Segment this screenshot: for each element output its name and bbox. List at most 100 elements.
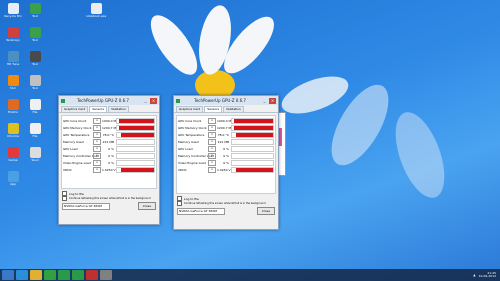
sensor-value: 1200.7 MHz: [217, 125, 235, 130]
shortcut-icon: [29, 99, 41, 110]
file-icon: [90, 3, 102, 14]
sensor-label: GPU Core Clock: [63, 118, 87, 123]
gpu-select[interactable]: NVIDIA GeForce GT 650M: [62, 202, 110, 210]
sensor-dropdown[interactable]: ▾: [208, 138, 216, 145]
close-window-button[interactable]: ×: [150, 97, 157, 104]
sensor-label: GPU Core Clock: [178, 118, 202, 123]
sensor-row: Memory Controller Load ▾ 0 %: [63, 152, 155, 159]
sensor-graph: [231, 166, 274, 173]
continue-checkbox[interactable]: [177, 201, 182, 206]
sensor-dropdown[interactable]: ▾: [93, 124, 101, 131]
chrome-icon[interactable]: [44, 270, 56, 280]
sensor-value: 0 %: [108, 160, 114, 165]
shortcut-label: App: [10, 183, 16, 186]
sensor-dropdown[interactable]: ▾: [93, 138, 101, 145]
desktop-shortcut[interactable]: File: [24, 123, 46, 145]
shortcut-icon: [7, 51, 19, 62]
sensor-dropdown[interactable]: ▾: [93, 166, 101, 173]
shortcut-icon: [29, 51, 41, 62]
shortcut-label: Tool: [32, 63, 38, 66]
minimize-button[interactable]: _: [261, 98, 268, 104]
desktop-shortcut[interactable]: VLC: [2, 75, 24, 97]
sensor-graph: [116, 117, 155, 124]
sensor-row: VDDC ▾ 1.0250 V: [178, 166, 274, 173]
desktop-shortcut[interactable]: Tool: [24, 75, 46, 97]
desktop-shortcut[interactable]: TeraCopy: [2, 27, 24, 49]
window-title: TechPowerUp GPU-Z 0.6.7: [194, 98, 246, 103]
sensor-graph-fill: [118, 118, 154, 123]
continue-checkbox[interactable]: [62, 196, 67, 201]
start-icon[interactable]: [2, 270, 14, 280]
sensor-dropdown[interactable]: ▾: [208, 131, 216, 138]
sensor-dropdown[interactable]: ▾: [208, 152, 216, 159]
gpuz-icon[interactable]: [72, 270, 84, 280]
desktop-shortcut[interactable]: Firefox: [2, 99, 24, 121]
shortcut-icon: [7, 147, 19, 158]
clock[interactable]: 21:45 10-09-2012: [479, 271, 496, 279]
tab-validation[interactable]: Validation: [108, 106, 129, 112]
shortcut-label: Tool: [32, 39, 38, 42]
desktop-shortcut[interactable]: Chrome: [2, 123, 24, 145]
sensor-label: VDDC: [63, 167, 72, 172]
ie-icon[interactable]: [16, 270, 28, 280]
desktop-shortcut[interactable]: Recycle Bin: [2, 3, 24, 25]
minimize-button[interactable]: _: [142, 98, 149, 104]
sensor-graph: [231, 138, 274, 145]
sensor-dropdown[interactable]: ▾: [208, 145, 216, 152]
sensor-label: Memory Used: [63, 139, 84, 144]
sensor-value: 1.0250 V: [217, 167, 231, 172]
tab-graphics-card[interactable]: Graphics Card: [61, 106, 89, 112]
sensor-value: 78.0 °C: [217, 132, 229, 137]
sensor-dropdown[interactable]: ▾: [208, 117, 216, 124]
desktop-shortcut[interactable]: Tool: [24, 51, 46, 73]
sensor-label: Video Engine Load: [63, 160, 91, 165]
sensor-graph-fill: [236, 167, 273, 172]
sensor-dropdown[interactable]: ▾: [93, 145, 101, 152]
shortcut-label: Skull: [31, 159, 39, 162]
sensor-graph: [116, 145, 155, 152]
shortcut-label: Tool: [32, 15, 38, 18]
tab-graphics-card[interactable]: Graphics Card: [176, 106, 204, 112]
sensor-label: GPU Load: [63, 146, 78, 151]
tab-bar: Graphics Card Sensors Validation: [59, 105, 159, 113]
tab-sensors[interactable]: Sensors: [89, 106, 108, 112]
close-button[interactable]: Close: [138, 202, 156, 210]
sensor-dropdown[interactable]: ▾: [208, 124, 216, 131]
sensor-dropdown[interactable]: ▾: [93, 152, 101, 159]
sensor-graph: [116, 152, 155, 159]
sensor-dropdown[interactable]: ▾: [208, 159, 216, 166]
sensor-value: 0 %: [108, 146, 114, 151]
close-window-button[interactable]: ×: [269, 97, 276, 104]
gpuz-icon[interactable]: [58, 270, 70, 280]
desktop: { "desktop": { "icons": [ {"label": "Rec…: [0, 0, 500, 281]
sensor-dropdown[interactable]: ▾: [93, 131, 101, 138]
folder-icon[interactable]: [30, 270, 42, 280]
sensor-dropdown[interactable]: ▾: [93, 159, 101, 166]
shortcut-icon: [7, 27, 19, 38]
app-icon[interactable]: [86, 270, 98, 280]
network-icon[interactable]: ▲: [473, 273, 475, 277]
desktop-shortcut[interactable]: Game: [2, 147, 24, 169]
sensor-value: 0 %: [108, 153, 114, 158]
desktop-shortcut[interactable]: Tool: [24, 27, 46, 49]
sensor-label: GPU Temperature: [178, 132, 205, 137]
tab-validation[interactable]: Validation: [223, 106, 244, 112]
close-button[interactable]: Close: [257, 207, 275, 215]
shortcut-icon: [29, 147, 41, 158]
desktop-shortcut[interactable]: Skull: [24, 147, 46, 169]
system-tray: ▲ 21:45 10-09-2012: [473, 271, 500, 279]
tab-sensors[interactable]: Sensors: [204, 106, 223, 112]
gpu-select[interactable]: NVIDIA GeForce GT 650M: [177, 207, 225, 215]
app-icon[interactable]: [100, 270, 112, 280]
desktop-file-icon[interactable]: notebook.exe: [85, 3, 107, 25]
desktop-shortcut[interactable]: HD Tune: [2, 51, 24, 73]
sensor-dropdown[interactable]: ▾: [208, 166, 216, 173]
sensor-value: 1000.0 MHz: [102, 118, 120, 123]
sensor-dropdown[interactable]: ▾: [93, 117, 101, 124]
desktop-shortcut[interactable]: App: [2, 171, 24, 193]
sensor-row: VDDC ▾ 1.0250 V: [63, 166, 155, 173]
shortcut-label: Game: [8, 159, 18, 162]
desktop-shortcut[interactable]: Tool: [24, 3, 46, 25]
sensor-list: GPU Core Clock ▾ 1000.0 MHz GPU Memory Cloc…: [61, 115, 157, 189]
desktop-shortcut[interactable]: File: [24, 99, 46, 121]
